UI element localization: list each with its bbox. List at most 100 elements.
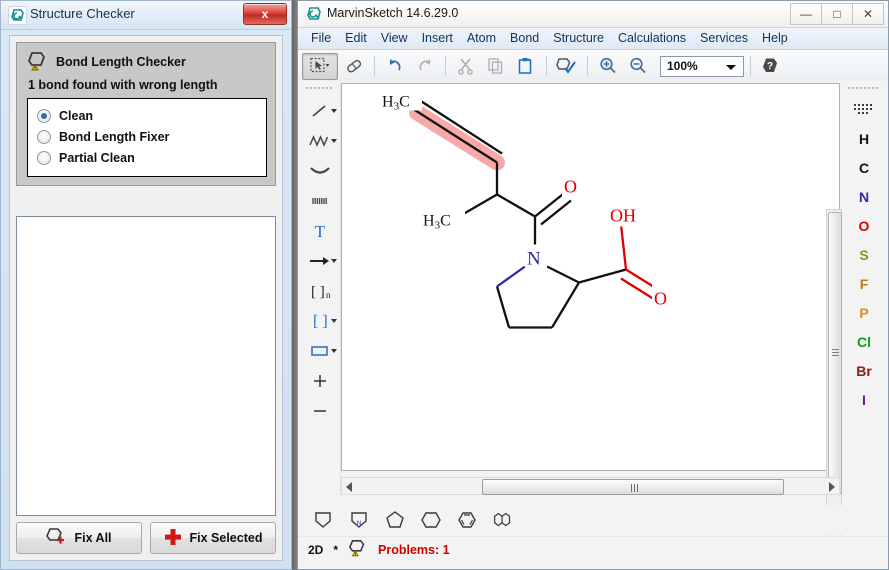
scroll-right-arrow[interactable] — [829, 482, 835, 492]
sketch-canvas[interactable]: H3C H3C O OH N O — [341, 83, 840, 471]
element-n[interactable]: N — [842, 183, 886, 212]
brackets-tool[interactable]: [ ] — [300, 306, 340, 336]
chevron-down-icon[interactable] — [331, 349, 337, 353]
structure-warning-icon[interactable] — [348, 539, 368, 562]
bracket-comb-tool[interactable] — [300, 186, 340, 216]
fixer-label-partial-clean: Partial Clean — [59, 151, 135, 165]
zoom-out-button[interactable] — [624, 53, 652, 80]
element-br[interactable]: Br — [842, 357, 886, 386]
text-tool[interactable]: T — [300, 216, 340, 246]
template-benzene[interactable] — [454, 508, 480, 532]
template-toolbar: N — [298, 505, 888, 535]
fix-selected-button[interactable]: Fix Selected — [150, 522, 276, 554]
template-cyclopentane[interactable] — [382, 508, 408, 532]
radio-partial-clean[interactable] — [37, 151, 51, 165]
svg-text:[ ]: [ ] — [311, 284, 325, 300]
arrow-tool[interactable] — [300, 246, 340, 276]
paste-button[interactable] — [512, 53, 540, 80]
element-s[interactable]: S — [842, 241, 886, 270]
element-p[interactable]: P — [842, 299, 886, 328]
template-cyclohexane[interactable] — [418, 508, 444, 532]
molecule-structure[interactable]: H3C H3C O OH N O — [342, 84, 839, 470]
chevron-down-icon[interactable] — [331, 319, 337, 323]
menu-insert[interactable]: Insert — [415, 29, 460, 48]
rectangle-tool[interactable] — [300, 336, 340, 366]
template-naphthalene[interactable] — [490, 508, 516, 532]
element-i[interactable]: I — [842, 386, 886, 415]
fix-selected-label: Fix Selected — [190, 531, 263, 545]
element-o[interactable]: O — [842, 212, 886, 241]
menu-services[interactable]: Services — [693, 29, 755, 48]
template-cyclopentane-fused[interactable] — [310, 508, 336, 532]
atom-label-nitrogen: N — [527, 249, 541, 270]
fixer-option-partial-clean[interactable]: Partial Clean — [37, 148, 257, 169]
horizontal-scrollbar[interactable] — [341, 477, 840, 495]
palette-grip[interactable] — [848, 85, 880, 92]
dimension-indicator: 2D — [308, 543, 323, 557]
single-bond-tool[interactable] — [300, 96, 340, 126]
curve-tool[interactable] — [300, 156, 340, 186]
toolbar-separator — [587, 56, 588, 76]
menu-structure[interactable]: Structure — [546, 29, 611, 48]
fix-all-icon — [46, 528, 66, 549]
chevron-down-icon[interactable] — [331, 259, 337, 263]
element-h[interactable]: H — [842, 125, 886, 154]
eraser-tool-button[interactable] — [340, 53, 368, 80]
element-cl[interactable]: Cl — [842, 328, 886, 357]
fixer-label-clean: Clean — [59, 109, 93, 123]
menu-calculations[interactable]: Calculations — [611, 29, 693, 48]
close-glyph: ✕ — [853, 7, 883, 21]
undo-button[interactable] — [381, 53, 409, 80]
radio-bond-length-fixer[interactable] — [37, 130, 51, 144]
close-button[interactable]: x — [243, 3, 287, 25]
close-button[interactable]: ✕ — [853, 3, 884, 25]
maximize-button[interactable]: □ — [822, 3, 853, 25]
fix-all-button[interactable]: Fix All — [16, 522, 142, 554]
vertical-scrollbar[interactable] — [826, 209, 842, 554]
increase-charge-tool[interactable] — [300, 366, 340, 396]
minimize-button[interactable]: — — [790, 3, 822, 25]
radio-clean[interactable] — [37, 109, 51, 123]
horizontal-scrollbar-thumb[interactable] — [482, 479, 784, 495]
decrease-charge-tool[interactable] — [300, 396, 340, 426]
problems-count[interactable]: Problems: 1 — [378, 543, 450, 557]
vertical-scrollbar-thumb[interactable] — [828, 212, 842, 494]
zoom-level-combobox[interactable]: 100% — [660, 56, 744, 77]
template-pyrrole[interactable]: N — [346, 508, 372, 532]
element-f[interactable]: F — [842, 270, 886, 299]
scrollbar-grip — [631, 484, 639, 492]
palette-grip[interactable] — [306, 85, 334, 92]
structure-checker-icon — [8, 6, 27, 25]
element-palette: H C N O S F P Cl Br I — [842, 83, 886, 471]
menu-file[interactable]: File — [304, 29, 338, 48]
menu-bar: File Edit View Insert Atom Bond Structur… — [298, 28, 888, 50]
selection-tool-button[interactable] — [302, 53, 338, 80]
copy-button[interactable] — [482, 53, 510, 80]
dialog-button-row: Fix All Fix Selected — [16, 522, 276, 554]
chevron-down-icon[interactable] — [331, 109, 337, 113]
repeating-unit-tool[interactable]: [ ] n — [300, 276, 340, 306]
element-c[interactable]: C — [842, 154, 886, 183]
menu-edit[interactable]: Edit — [338, 29, 374, 48]
fixer-label-bond-length-fixer: Bond Length Fixer — [59, 130, 169, 144]
problem-header: Bond Length Checker — [27, 51, 267, 73]
results-list[interactable] — [16, 216, 276, 516]
zoom-in-button[interactable] — [594, 53, 622, 80]
svg-text:n: n — [326, 290, 331, 300]
redo-button[interactable] — [411, 53, 439, 80]
window-controls: — □ ✕ — [790, 3, 884, 25]
structure-checker-button[interactable] — [553, 53, 581, 80]
menu-help[interactable]: Help — [755, 29, 795, 48]
cut-button[interactable] — [452, 53, 480, 80]
structure-warning-icon — [27, 51, 49, 73]
scroll-left-arrow[interactable] — [346, 482, 352, 492]
periodic-table-button[interactable] — [842, 96, 886, 125]
chain-tool[interactable] — [300, 126, 340, 156]
menu-view[interactable]: View — [374, 29, 415, 48]
fixer-option-clean[interactable]: Clean — [37, 106, 257, 127]
fixer-option-bond-length-fixer[interactable]: Bond Length Fixer — [37, 127, 257, 148]
menu-atom[interactable]: Atom — [460, 29, 503, 48]
chevron-down-icon[interactable] — [331, 139, 337, 143]
help-button[interactable]: ? — [757, 53, 785, 80]
menu-bond[interactable]: Bond — [503, 29, 546, 48]
